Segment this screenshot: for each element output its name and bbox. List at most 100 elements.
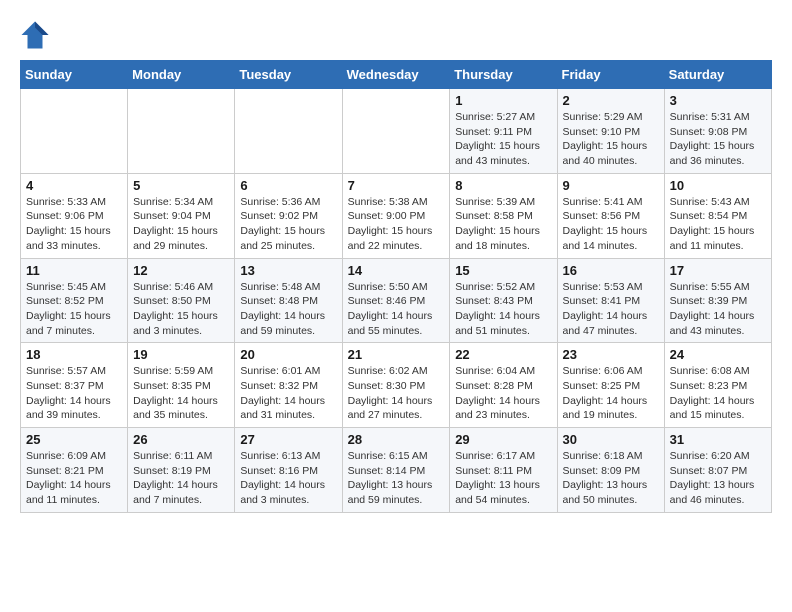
weekday-header-sunday: Sunday — [21, 61, 128, 89]
calendar-cell: 26Sunrise: 6:11 AM Sunset: 8:19 PM Dayli… — [128, 428, 235, 513]
day-number: 11 — [26, 263, 122, 278]
day-number: 17 — [670, 263, 766, 278]
day-info: Sunrise: 5:46 AM Sunset: 8:50 PM Dayligh… — [133, 280, 229, 339]
day-info: Sunrise: 5:33 AM Sunset: 9:06 PM Dayligh… — [26, 195, 122, 254]
day-info: Sunrise: 5:45 AM Sunset: 8:52 PM Dayligh… — [26, 280, 122, 339]
day-info: Sunrise: 5:36 AM Sunset: 9:02 PM Dayligh… — [240, 195, 336, 254]
weekday-header-friday: Friday — [557, 61, 664, 89]
calendar-cell: 16 Sunrise: 5:53 AM Sunset: 8:41 PM Dayli… — [557, 258, 664, 343]
day-info: Sunrise: 5:38 AM Sunset: 9:00 PM Dayligh… — [348, 195, 445, 254]
day-info: Sunrise: 6:15 AM Sunset: 8:14 PM Dayligh… — [348, 449, 445, 508]
day-info: Sunrise: 5:34 AM Sunset: 9:04 PM Dayligh… — [133, 195, 229, 254]
day-number: 20 — [240, 347, 336, 362]
day-info: Sunrise: 6:17 AM Sunset: 8:11 PM Dayligh… — [455, 449, 551, 508]
calendar-cell: 29Sunrise: 6:17 AM Sunset: 8:11 PM Dayli… — [450, 428, 557, 513]
calendar-cell: 24 Sunrise: 6:08 AM Sunset: 8:23 PM Dayli… — [664, 343, 771, 428]
day-number: 1 — [455, 93, 551, 108]
day-number: 2 — [563, 93, 659, 108]
weekday-header-saturday: Saturday — [664, 61, 771, 89]
day-info: Sunrise: 6:20 AM Sunset: 8:07 PM Dayligh… — [670, 449, 766, 508]
day-number: 22 — [455, 347, 551, 362]
calendar-cell: 12 Sunrise: 5:46 AM Sunset: 8:50 PM Dayli… — [128, 258, 235, 343]
day-info: Sunrise: 5:41 AM Sunset: 8:56 PM Dayligh… — [563, 195, 659, 254]
day-number: 31 — [670, 432, 766, 447]
weekday-header-wednesday: Wednesday — [342, 61, 450, 89]
day-number: 26 — [133, 432, 229, 447]
day-info: Sunrise: 5:48 AM Sunset: 8:48 PM Dayligh… — [240, 280, 336, 339]
calendar-cell: 25 Sunrise: 6:09 AM Sunset: 8:21 PM Dayli… — [21, 428, 128, 513]
calendar-cell — [235, 89, 342, 174]
day-info: Sunrise: 5:52 AM Sunset: 8:43 PM Dayligh… — [455, 280, 551, 339]
day-info: Sunrise: 5:50 AM Sunset: 8:46 PM Dayligh… — [348, 280, 445, 339]
day-number: 15 — [455, 263, 551, 278]
day-number: 13 — [240, 263, 336, 278]
day-number: 10 — [670, 178, 766, 193]
day-number: 23 — [563, 347, 659, 362]
day-number: 4 — [26, 178, 122, 193]
day-info: Sunrise: 5:57 AM Sunset: 8:37 PM Dayligh… — [26, 364, 122, 423]
calendar-cell: 3 Sunrise: 5:31 AM Sunset: 9:08 PM Daylig… — [664, 89, 771, 174]
calendar-week-3: 11 Sunrise: 5:45 AM Sunset: 8:52 PM Dayli… — [21, 258, 772, 343]
day-number: 28 — [348, 432, 445, 447]
day-info: Sunrise: 5:55 AM Sunset: 8:39 PM Dayligh… — [670, 280, 766, 339]
day-number: 6 — [240, 178, 336, 193]
calendar-cell: 17 Sunrise: 5:55 AM Sunset: 8:39 PM Dayli… — [664, 258, 771, 343]
calendar-cell: 20 Sunrise: 6:01 AM Sunset: 8:32 PM Dayli… — [235, 343, 342, 428]
day-info: Sunrise: 6:02 AM Sunset: 8:30 PM Dayligh… — [348, 364, 445, 423]
day-number: 18 — [26, 347, 122, 362]
calendar-week-1: 1 Sunrise: 5:27 AM Sunset: 9:11 PM Daylig… — [21, 89, 772, 174]
day-info: Sunrise: 5:31 AM Sunset: 9:08 PM Dayligh… — [670, 110, 766, 169]
day-number: 12 — [133, 263, 229, 278]
day-info: Sunrise: 6:08 AM Sunset: 8:23 PM Dayligh… — [670, 364, 766, 423]
day-info: Sunrise: 5:59 AM Sunset: 8:35 PM Dayligh… — [133, 364, 229, 423]
day-number: 5 — [133, 178, 229, 193]
logo-icon — [20, 20, 50, 50]
day-info: Sunrise: 5:29 AM Sunset: 9:10 PM Dayligh… — [563, 110, 659, 169]
calendar-cell: 31 Sunrise: 6:20 AM Sunset: 8:07 PM Dayli… — [664, 428, 771, 513]
day-number: 21 — [348, 347, 445, 362]
calendar-week-2: 4 Sunrise: 5:33 AM Sunset: 9:06 PM Daylig… — [21, 173, 772, 258]
day-number: 14 — [348, 263, 445, 278]
calendar-cell: 13 Sunrise: 5:48 AM Sunset: 8:48 PM Dayli… — [235, 258, 342, 343]
calendar-cell: 19 Sunrise: 5:59 AM Sunset: 8:35 PM Dayli… — [128, 343, 235, 428]
day-number: 3 — [670, 93, 766, 108]
logo — [20, 20, 54, 50]
day-number: 24 — [670, 347, 766, 362]
day-info: Sunrise: 6:09 AM Sunset: 8:21 PM Dayligh… — [26, 449, 122, 508]
calendar-week-4: 18 Sunrise: 5:57 AM Sunset: 8:37 PM Dayli… — [21, 343, 772, 428]
day-info: Sunrise: 6:18 AM Sunset: 8:09 PM Dayligh… — [563, 449, 659, 508]
day-number: 19 — [133, 347, 229, 362]
day-info: Sunrise: 5:53 AM Sunset: 8:41 PM Dayligh… — [563, 280, 659, 339]
calendar-cell: 7 Sunrise: 5:38 AM Sunset: 9:00 PM Daylig… — [342, 173, 450, 258]
calendar-cell: 22 Sunrise: 6:04 AM Sunset: 8:28 PM Dayli… — [450, 343, 557, 428]
calendar-cell: 6 Sunrise: 5:36 AM Sunset: 9:02 PM Daylig… — [235, 173, 342, 258]
calendar-cell: 8 Sunrise: 5:39 AM Sunset: 8:58 PM Daylig… — [450, 173, 557, 258]
calendar-cell: 18 Sunrise: 5:57 AM Sunset: 8:37 PM Dayli… — [21, 343, 128, 428]
calendar-cell: 4 Sunrise: 5:33 AM Sunset: 9:06 PM Daylig… — [21, 173, 128, 258]
day-info: Sunrise: 5:43 AM Sunset: 8:54 PM Dayligh… — [670, 195, 766, 254]
day-number: 27 — [240, 432, 336, 447]
calendar-cell: 23Sunrise: 6:06 AM Sunset: 8:25 PM Dayli… — [557, 343, 664, 428]
calendar-cell: 1 Sunrise: 5:27 AM Sunset: 9:11 PM Daylig… — [450, 89, 557, 174]
weekday-header-tuesday: Tuesday — [235, 61, 342, 89]
calendar-cell: 10 Sunrise: 5:43 AM Sunset: 8:54 PM Dayli… — [664, 173, 771, 258]
calendar-cell: 30Sunrise: 6:18 AM Sunset: 8:09 PM Dayli… — [557, 428, 664, 513]
calendar-cell — [128, 89, 235, 174]
day-number: 16 — [563, 263, 659, 278]
day-number: 8 — [455, 178, 551, 193]
calendar-cell — [21, 89, 128, 174]
calendar-cell: 27Sunrise: 6:13 AM Sunset: 8:16 PM Dayli… — [235, 428, 342, 513]
day-info: Sunrise: 6:01 AM Sunset: 8:32 PM Dayligh… — [240, 364, 336, 423]
day-number: 25 — [26, 432, 122, 447]
weekday-header-row: SundayMondayTuesdayWednesdayThursdayFrid… — [21, 61, 772, 89]
day-info: Sunrise: 5:39 AM Sunset: 8:58 PM Dayligh… — [455, 195, 551, 254]
calendar-cell: 28 Sunrise: 6:15 AM Sunset: 8:14 PM Dayli… — [342, 428, 450, 513]
day-info: Sunrise: 6:04 AM Sunset: 8:28 PM Dayligh… — [455, 364, 551, 423]
day-number: 7 — [348, 178, 445, 193]
day-info: Sunrise: 5:27 AM Sunset: 9:11 PM Dayligh… — [455, 110, 551, 169]
weekday-header-monday: Monday — [128, 61, 235, 89]
calendar-table: SundayMondayTuesdayWednesdayThursdayFrid… — [20, 60, 772, 513]
calendar-week-5: 25 Sunrise: 6:09 AM Sunset: 8:21 PM Dayli… — [21, 428, 772, 513]
calendar-cell: 14 Sunrise: 5:50 AM Sunset: 8:46 PM Dayli… — [342, 258, 450, 343]
page-header — [20, 20, 772, 50]
